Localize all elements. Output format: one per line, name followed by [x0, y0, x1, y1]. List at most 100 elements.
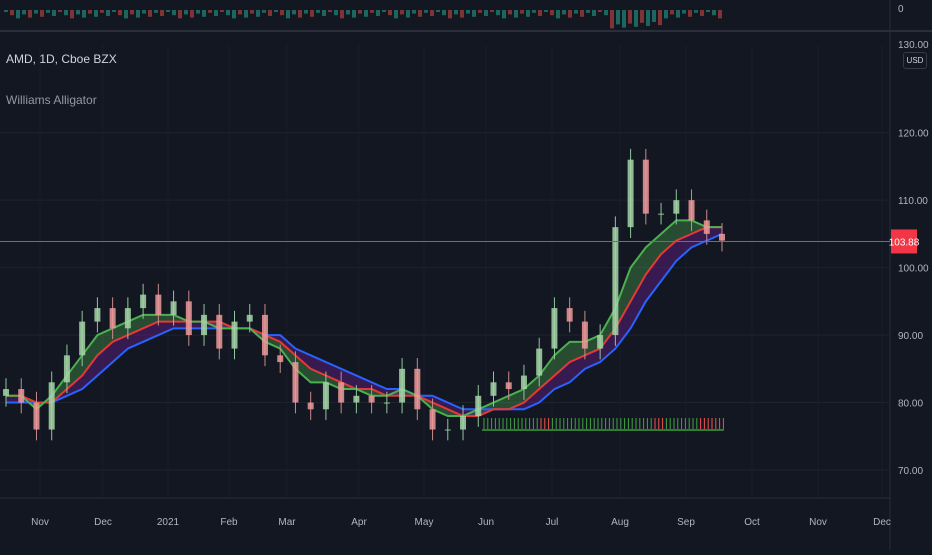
volume-bar [70, 10, 74, 19]
volume-bar [16, 10, 20, 19]
volume-bar [370, 10, 374, 13]
x-tick-label: Mar [278, 517, 296, 528]
volume-bar [232, 10, 236, 19]
volume-bar [256, 10, 260, 17]
volume-bar [190, 10, 194, 18]
volume-bar [106, 10, 110, 16]
candle-body [216, 314, 223, 349]
volume-bar [664, 10, 668, 19]
candle-body [33, 402, 40, 430]
candle-body [566, 308, 573, 322]
candle-body [719, 233, 725, 241]
volume-bar [418, 10, 422, 17]
volume-bar [136, 10, 140, 18]
volume-bar [346, 10, 350, 15]
candle-body [322, 382, 329, 410]
candle-body [94, 308, 101, 322]
volume-bar [676, 10, 680, 18]
volume-bar [214, 10, 218, 16]
volume-bar [82, 10, 86, 18]
volume-bar [340, 10, 344, 19]
volume-bar [244, 10, 248, 18]
x-tick-label: 2021 [157, 517, 180, 528]
volume-bar [514, 10, 518, 18]
volume-bar [670, 10, 674, 15]
volume-bar [646, 10, 650, 26]
volume-bar [130, 10, 134, 15]
candle-body [383, 402, 390, 404]
candle-body [673, 200, 680, 214]
volume-bar [718, 10, 722, 19]
volume-bar [406, 10, 410, 18]
volume-bar [562, 10, 566, 15]
volume-bar [46, 10, 50, 13]
volume-bar [526, 10, 530, 17]
volume-bar [568, 10, 572, 18]
candle-body [414, 368, 421, 410]
candle-body [612, 227, 619, 336]
volume-bar [4, 10, 8, 12]
volume-bar [532, 10, 536, 13]
candle-body [460, 416, 467, 430]
candle-body [627, 159, 634, 228]
x-tick-label: Nov [31, 517, 49, 528]
candle-body [703, 220, 710, 234]
candle-body [338, 382, 345, 403]
volume-bar [394, 10, 398, 19]
volume-bar [604, 10, 608, 16]
volume-bar [238, 10, 242, 15]
candle-body [505, 382, 512, 390]
volume-bar [118, 10, 122, 16]
volume-bar [700, 10, 704, 16]
volume-bar [160, 10, 164, 16]
volume-bar [424, 10, 428, 13]
price-chart[interactable]: 70.00 80.00 90.00 100.00 110.00 120.00 130.00 N… [0, 0, 932, 550]
volume-bar [250, 10, 254, 14]
volume-bar [316, 10, 320, 13]
candle-body [551, 308, 558, 349]
candle-body [581, 321, 588, 349]
volume-bar [586, 10, 590, 13]
volume-bar [688, 10, 692, 17]
volume-bar [226, 10, 230, 16]
candle-body [277, 355, 284, 363]
volume-bar [382, 10, 386, 12]
candle-body [536, 348, 543, 376]
volume-bar [142, 10, 146, 14]
chart-root[interactable]: 70.00 80.00 90.00 100.00 110.00 120.00 130.00 N… [0, 0, 932, 550]
currency-badge[interactable]: USD [903, 52, 927, 69]
y-tick-label: 100.00 [898, 264, 929, 275]
volume-bar [10, 10, 14, 16]
candle-body [201, 314, 208, 336]
candle-body [444, 429, 451, 431]
current-price-label: 103.88 [889, 237, 920, 248]
candle-body [688, 200, 695, 221]
x-tick-label: Nov [809, 517, 827, 528]
x-tick-label: Aug [611, 517, 629, 528]
x-tick-label: Dec [873, 517, 891, 528]
candle-body [246, 314, 253, 322]
x-tick-label: Apr [351, 517, 367, 528]
candle-body [155, 294, 162, 315]
volume-bar [472, 10, 476, 17]
volume-bar [310, 10, 314, 17]
volume-bar [622, 10, 626, 28]
volume-bar [694, 10, 698, 13]
y-tick-label: 70.00 [898, 466, 923, 477]
x-tick-label: Sep [677, 517, 695, 528]
volume-bar [640, 10, 644, 23]
volume-bar [484, 10, 488, 16]
volume-bar [652, 10, 656, 22]
candle-body [658, 213, 665, 215]
x-tick-label: Jul [546, 517, 559, 528]
volume-bar [154, 10, 158, 13]
volume-bar [304, 10, 308, 14]
symbol-line[interactable]: AMD, 1D, Cboe BZX [6, 52, 117, 66]
volume-bar [28, 10, 32, 18]
volume-bar [364, 10, 368, 17]
volume-bar [124, 10, 128, 19]
x-tick-label: Jun [478, 517, 494, 528]
volume-bar [148, 10, 152, 17]
indicator-label[interactable]: Williams Alligator [6, 93, 97, 107]
candle-body [292, 362, 299, 403]
